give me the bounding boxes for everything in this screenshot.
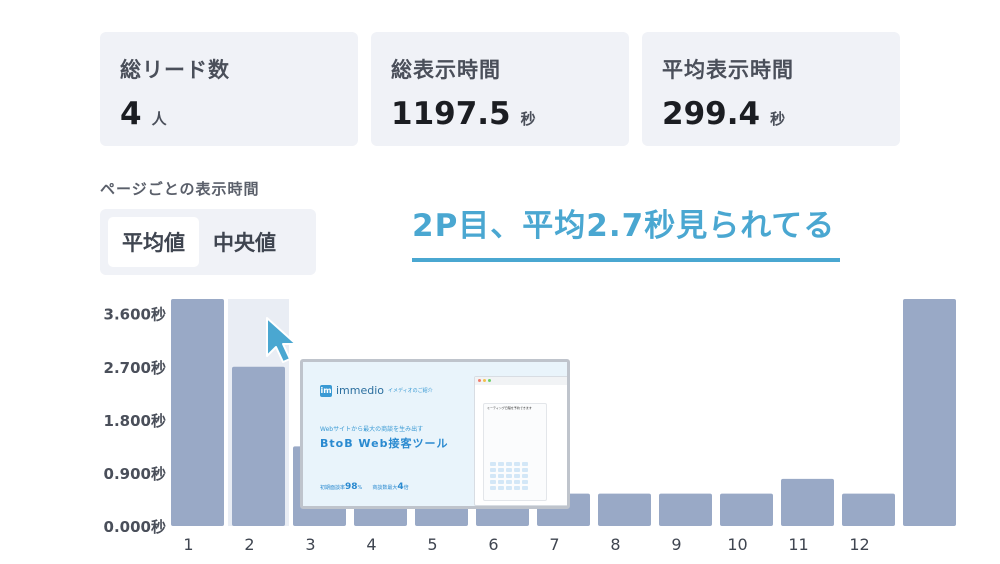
popup-heading: BtoB Web接客ツール <box>320 437 449 450</box>
calendar-slot <box>490 474 496 478</box>
logo-subtext: イメディオのご紹介 <box>388 388 433 394</box>
calendar-slot <box>522 462 528 466</box>
y-tick-label: 1.800秒 <box>104 412 166 430</box>
calendar-slot <box>498 462 504 466</box>
y-tick-label: 2.700秒 <box>104 359 166 377</box>
bar-page-1 <box>171 299 224 526</box>
slide-preview-popup: im immedio イメディオのご紹介 Webサイトから最大の商談を生み出す … <box>300 359 570 509</box>
calendar-slot <box>498 468 504 472</box>
calendar-slot <box>514 468 520 472</box>
calendar-slot <box>498 474 504 478</box>
calendar-slot <box>490 480 496 484</box>
window-titlebar <box>475 377 567 385</box>
calendar-slot <box>490 462 496 466</box>
x-tick-label: 6 <box>488 535 498 554</box>
x-tick-label: 9 <box>671 535 681 554</box>
bar-page-11 <box>781 478 834 526</box>
calendar-slot <box>490 486 496 490</box>
calendar-slot <box>514 480 520 484</box>
calendar-grid <box>490 462 528 490</box>
popup-stat-2: 商談数最大4倍 <box>372 482 409 492</box>
bar-page-8 <box>598 493 651 526</box>
calendar-slot <box>498 480 504 484</box>
bar-page-extra <box>903 299 956 526</box>
calendar-slot <box>506 468 512 472</box>
window-maximize-dot <box>488 379 491 382</box>
y-tick-label: 0.000秒 <box>104 518 166 536</box>
popup-browser-window: ミーティング日程を予約できます <box>474 376 567 506</box>
immedio-logo-icon: im <box>320 384 332 397</box>
popup-stat-1: 初期面談率98% <box>320 482 363 492</box>
calendar-slot <box>490 468 496 472</box>
window-close-dot <box>478 379 481 382</box>
x-tick-label: 11 <box>788 535 808 554</box>
x-tick-label: 3 <box>305 535 315 554</box>
calendar-slot <box>522 474 528 478</box>
logo-text: immedio <box>336 384 385 397</box>
scheduling-widget: ミーティング日程を予約できます <box>483 403 547 501</box>
mouse-pointer-icon <box>266 317 297 363</box>
x-tick-label: 10 <box>727 535 747 554</box>
popup-stats: 初期面談率98% 商談数最大4倍 <box>320 482 409 492</box>
popup-tagline: Webサイトから最大の商談を生み出す <box>320 426 424 433</box>
x-tick-label: 7 <box>549 535 559 554</box>
immedio-logo: im immedio イメディオのご紹介 <box>320 384 433 397</box>
calendar-slot <box>522 468 528 472</box>
calendar-slot <box>514 486 520 490</box>
calendar-slot <box>514 474 520 478</box>
calendar-slot <box>522 486 528 490</box>
x-tick-label: 12 <box>849 535 869 554</box>
scheduling-title: ミーティング日程を予約できます <box>487 406 532 410</box>
x-tick-label: 2 <box>244 535 254 554</box>
y-tick-label: 0.900秒 <box>104 465 166 483</box>
bar-page-12 <box>842 493 895 526</box>
calendar-slot <box>522 480 528 484</box>
calendar-slot <box>506 474 512 478</box>
y-tick-label: 3.600秒 <box>104 306 166 324</box>
window-minimize-dot <box>483 379 486 382</box>
x-tick-label: 4 <box>366 535 376 554</box>
calendar-slot <box>506 462 512 466</box>
bar-page-10 <box>720 493 773 526</box>
x-tick-label: 1 <box>183 535 193 554</box>
x-tick-label: 8 <box>610 535 620 554</box>
bar-page-9 <box>659 493 712 526</box>
calendar-slot <box>498 486 504 490</box>
calendar-slot <box>506 486 512 490</box>
calendar-slot <box>506 480 512 484</box>
x-tick-label: 5 <box>427 535 437 554</box>
bar-page-2 <box>232 366 285 526</box>
calendar-slot <box>514 462 520 466</box>
